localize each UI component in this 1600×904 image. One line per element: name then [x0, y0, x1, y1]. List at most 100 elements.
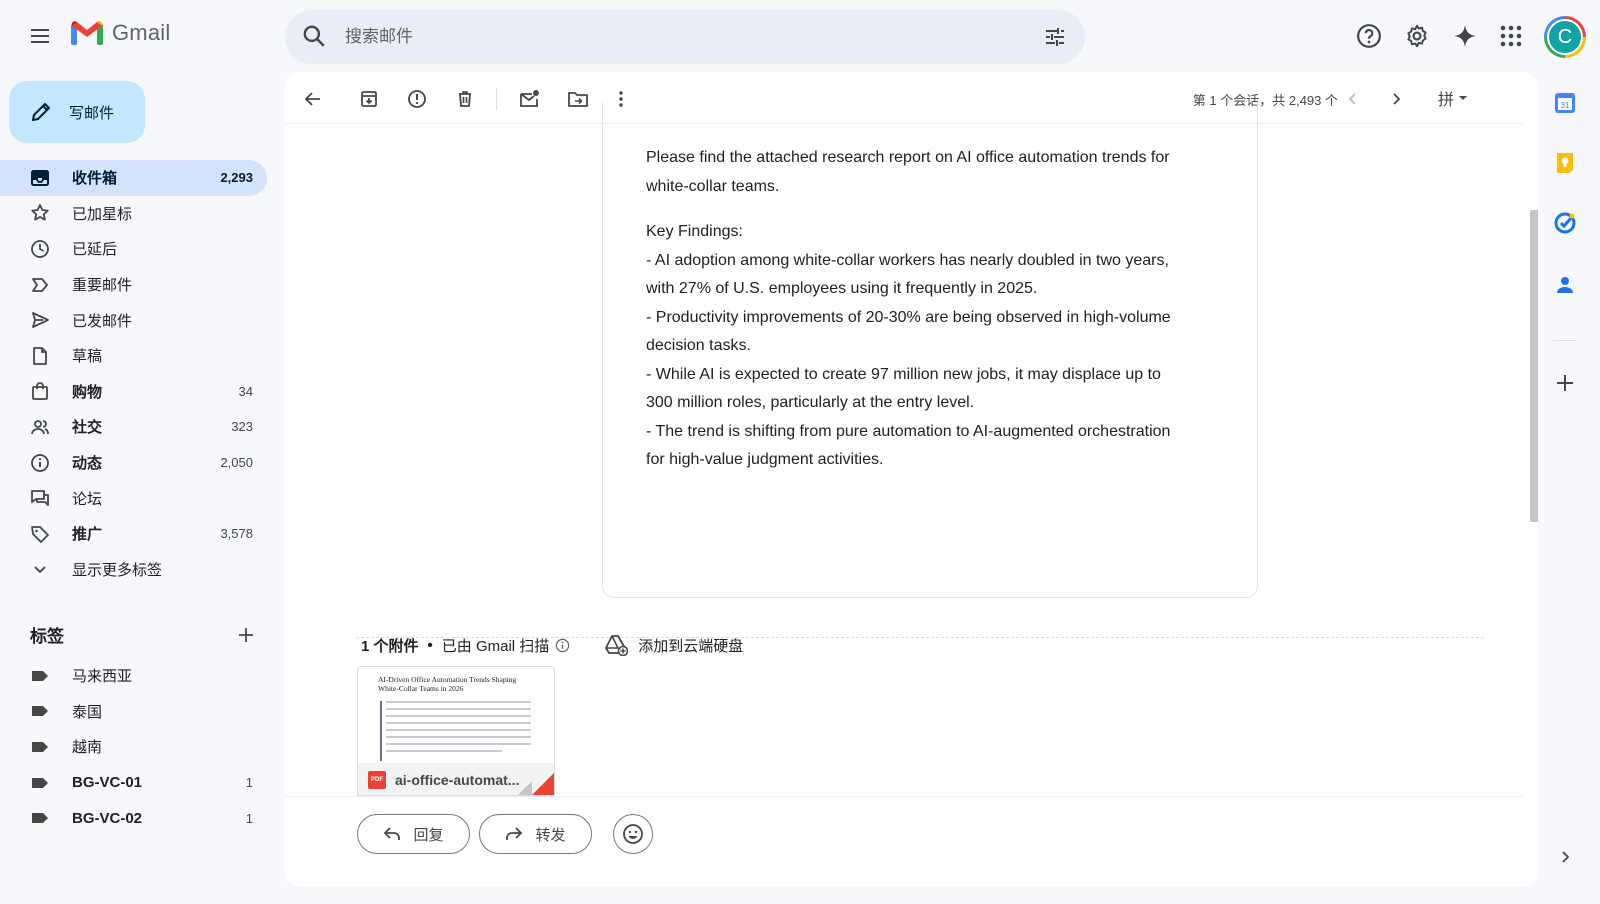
- toolbar-divider: [496, 88, 497, 110]
- keep-button[interactable]: [1548, 146, 1582, 180]
- attachment-count: 1 个附件: [361, 637, 419, 655]
- pdf-corner-icon: [532, 773, 554, 795]
- support-button[interactable]: [1349, 16, 1389, 56]
- sidebar-item-label: 已延后: [72, 241, 118, 259]
- chevron-right-icon: [1562, 851, 1570, 863]
- newer-button[interactable]: [1338, 84, 1368, 114]
- label-item-thailand[interactable]: 泰国: [0, 694, 267, 730]
- get-addons-button[interactable]: [1548, 366, 1582, 400]
- archive-icon: [361, 91, 377, 107]
- unread-count: 3,578: [220, 526, 253, 542]
- sidebar-item-forums[interactable]: 论坛: [0, 480, 267, 516]
- unread-count: 2,293: [220, 170, 253, 186]
- search-input[interactable]: [345, 10, 1005, 64]
- settings-button[interactable]: [1397, 16, 1437, 56]
- compose-button[interactable]: 写邮件: [9, 81, 145, 143]
- sidebar-item-label: 草稿: [72, 348, 103, 366]
- reply-bar: 回复 转发: [284, 796, 1524, 887]
- label-icon: [32, 813, 48, 824]
- attachments-header: 1 个附件 • 已由 Gmail 扫描 添加到云端硬盘: [361, 634, 743, 656]
- search-bar[interactable]: [285, 10, 1085, 64]
- sparkle-icon: [1454, 25, 1476, 47]
- tag-icon: [31, 525, 49, 543]
- sidebar-item-important[interactable]: 重要邮件: [0, 267, 267, 303]
- input-tools-button[interactable]: 拼: [1438, 86, 1468, 110]
- label-name: BG-VC-02: [72, 809, 143, 827]
- report-spam-button[interactable]: [402, 84, 432, 114]
- gemini-button[interactable]: [1445, 16, 1485, 56]
- back-button[interactable]: [298, 84, 328, 114]
- folder-move-icon: [568, 92, 588, 107]
- main-menu-button[interactable]: [20, 16, 60, 56]
- separator-dot: •: [427, 636, 433, 654]
- scan-info-button[interactable]: [555, 638, 570, 653]
- sidebar-item-starred[interactable]: 已加星标: [0, 196, 267, 232]
- sidebar-item-drafts[interactable]: 草稿: [0, 338, 267, 374]
- preview-text-lines: [386, 701, 531, 757]
- mark-unread-button[interactable]: [515, 84, 545, 114]
- info-icon: [31, 453, 49, 472]
- sidebar-item-label: 显示更多标签: [72, 561, 163, 579]
- finding-line: - Productivity improvements of 20-30% ar…: [646, 308, 1171, 326]
- sidebar-item-inbox[interactable]: 收件箱 2,293: [0, 160, 267, 196]
- gmail-logo[interactable]: Gmail: [70, 20, 170, 46]
- label-name: 越南: [72, 739, 103, 757]
- findings-paragraph: Key Findings: - AI adoption among white-…: [646, 218, 1226, 475]
- show-side-panel-button[interactable]: [1548, 840, 1582, 874]
- avatar-letter: C: [1547, 19, 1583, 55]
- emoji-reaction-button[interactable]: [613, 814, 653, 854]
- sidebar-item-promotions[interactable]: 推广 3,578: [0, 516, 267, 552]
- add-to-drive-label: 添加到云端硬盘: [638, 637, 744, 655]
- unread-count: 323: [231, 419, 253, 435]
- sidebar-item-shopping[interactable]: 购物 34: [0, 374, 267, 410]
- intro-line: Please find the attached research report…: [646, 149, 1170, 166]
- create-label-button[interactable]: [237, 626, 255, 644]
- search-button[interactable]: [301, 23, 327, 49]
- sidebar-item-snoozed[interactable]: 已延后: [0, 231, 267, 267]
- sidebar-item-label: 推广: [72, 526, 103, 544]
- chevron-down-icon: [34, 566, 46, 574]
- label-item-bg-vc-02[interactable]: BG-VC-02 1: [0, 800, 267, 836]
- page-fold-icon: [518, 781, 532, 795]
- older-button[interactable]: [1381, 84, 1411, 114]
- reply-button[interactable]: 回复: [357, 814, 470, 854]
- calendar-button[interactable]: 31: [1548, 86, 1582, 120]
- sidebar-item-social[interactable]: 社交 323: [0, 409, 267, 445]
- label-item-malaysia[interactable]: 马来西亚: [0, 658, 267, 694]
- tasks-button[interactable]: [1548, 206, 1582, 240]
- add-to-drive-button[interactable]: 添加到云端硬盘: [604, 634, 743, 656]
- contacts-button[interactable]: [1548, 268, 1582, 302]
- message-body: Please find the attached research report…: [646, 144, 1226, 492]
- mark-unread-icon: [520, 90, 539, 107]
- sidebar-item-label: 论坛: [72, 490, 103, 508]
- inbox-icon: [31, 169, 49, 186]
- gear-icon: [1407, 24, 1427, 48]
- delete-button[interactable]: [450, 84, 480, 114]
- sidebar-item-label: 购物: [72, 383, 103, 401]
- social-icon: [31, 420, 49, 435]
- sidebar-item-label: 已加星标: [72, 205, 133, 223]
- archive-button[interactable]: [354, 84, 384, 114]
- intro-line: white-collar teams.: [646, 177, 780, 195]
- sidebar-item-more[interactable]: 显示更多标签: [0, 552, 267, 588]
- tune-icon: [1046, 28, 1064, 46]
- chevron-left-icon: [1348, 93, 1356, 105]
- label-icon: [32, 706, 48, 717]
- labels-list: 马来西亚 泰国 越南 BG-VC-01 1 BG-VC-02 1: [0, 658, 267, 836]
- gmail-m-icon: [71, 21, 103, 45]
- preview-title-line: White-Collar Teams in 2026: [378, 684, 464, 693]
- scrollbar-thumb[interactable]: [1530, 210, 1538, 522]
- label-item-bg-vc-01[interactable]: BG-VC-01 1: [0, 765, 267, 801]
- sidebar-item-sent[interactable]: 已发邮件: [0, 302, 267, 338]
- move-to-button[interactable]: [563, 84, 593, 114]
- google-apps-button[interactable]: [1491, 16, 1531, 56]
- sidebar-item-updates[interactable]: 动态 2,050: [0, 445, 267, 481]
- attachment-card[interactable]: AI-Driven Office Automation Trends Shapi…: [357, 666, 555, 796]
- forward-button[interactable]: 转发: [479, 814, 592, 854]
- account-avatar[interactable]: C: [1544, 16, 1586, 58]
- pdf-file-icon: PDF: [368, 771, 386, 789]
- intro-paragraph: Please find the attached research report…: [646, 144, 1226, 201]
- search-options-button[interactable]: [1043, 25, 1067, 49]
- label-item-vietnam[interactable]: 越南: [0, 729, 267, 765]
- labels-title: 标签: [30, 627, 64, 646]
